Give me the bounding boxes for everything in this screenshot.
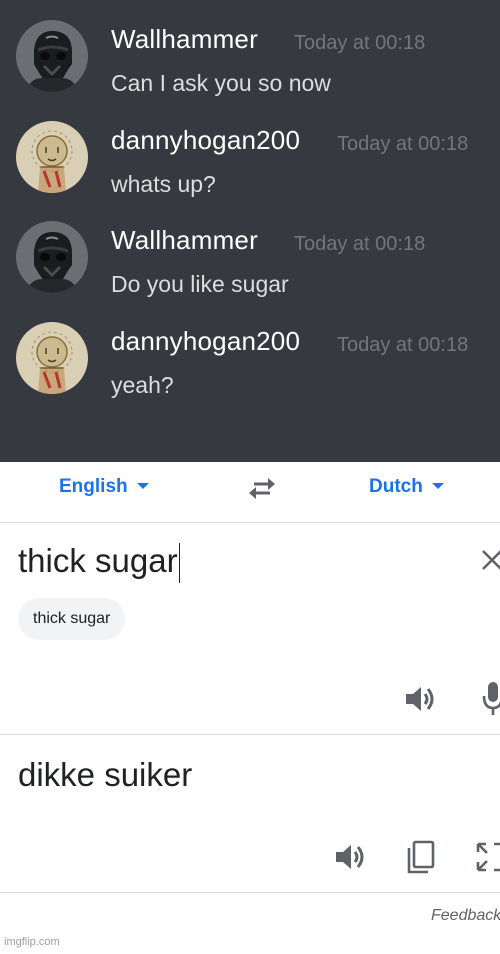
username[interactable]: Wallhammer [111, 225, 258, 256]
message-text: yeah? [111, 372, 174, 398]
chat-message: dannyhogan200 Today at 00:18 yeah? [0, 322, 500, 412]
username[interactable]: Wallhammer [111, 24, 258, 55]
fullscreen-icon[interactable] [476, 840, 500, 874]
source-language-select[interactable]: English [59, 476, 149, 498]
source-language-label: English [59, 476, 128, 497]
stormtrooper-avatar[interactable] [16, 20, 88, 92]
text-cursor [178, 543, 180, 584]
watermark: imgflip.com [4, 936, 60, 948]
message-text: Can I ask you so now [111, 70, 331, 96]
target-language-label: Dutch [369, 476, 423, 497]
drawing-avatar[interactable] [16, 121, 88, 193]
timestamp: Today at 00:18 [337, 133, 469, 155]
username[interactable]: dannyhogan200 [111, 326, 300, 357]
timestamp: Today at 00:18 [294, 233, 426, 255]
feedback-link[interactable]: Feedback [431, 907, 500, 925]
divider [0, 734, 500, 735]
suggestion-chip[interactable]: thick sugar [18, 598, 126, 640]
swap-languages-icon[interactable] [244, 474, 280, 502]
copy-icon[interactable] [406, 840, 436, 874]
translate-panel: English Dutch thick sugar thick sugar di… [0, 462, 500, 942]
stormtrooper-avatar[interactable] [16, 221, 88, 293]
clear-icon[interactable] [480, 548, 500, 572]
chat-message: Wallhammer Today at 00:18 Can I ask you … [0, 20, 500, 110]
chat-message: Wallhammer Today at 00:18 Do you like su… [0, 221, 500, 311]
microphone-icon[interactable] [482, 680, 500, 716]
message-text: whats up? [111, 171, 216, 197]
speaker-icon[interactable] [404, 684, 438, 714]
source-text: thick sugar [18, 542, 178, 579]
drawing-avatar[interactable] [16, 322, 88, 394]
divider [0, 522, 500, 523]
chat-message: dannyhogan200 Today at 00:18 whats up? [0, 121, 500, 211]
footer-bar [0, 942, 500, 954]
chevron-down-icon [136, 482, 149, 489]
speaker-icon[interactable] [334, 842, 368, 872]
timestamp: Today at 00:18 [337, 334, 469, 356]
translation-text: dikke suiker [18, 756, 193, 793]
timestamp: Today at 00:18 [294, 32, 426, 54]
target-language-select[interactable]: Dutch [369, 476, 444, 498]
chat-panel: Wallhammer Today at 00:18 Can I ask you … [0, 0, 500, 462]
message-text: Do you like sugar [111, 271, 289, 297]
chevron-down-icon [431, 482, 444, 489]
username[interactable]: dannyhogan200 [111, 125, 300, 156]
source-text-input[interactable]: thick sugar [18, 542, 180, 584]
divider [0, 892, 500, 893]
